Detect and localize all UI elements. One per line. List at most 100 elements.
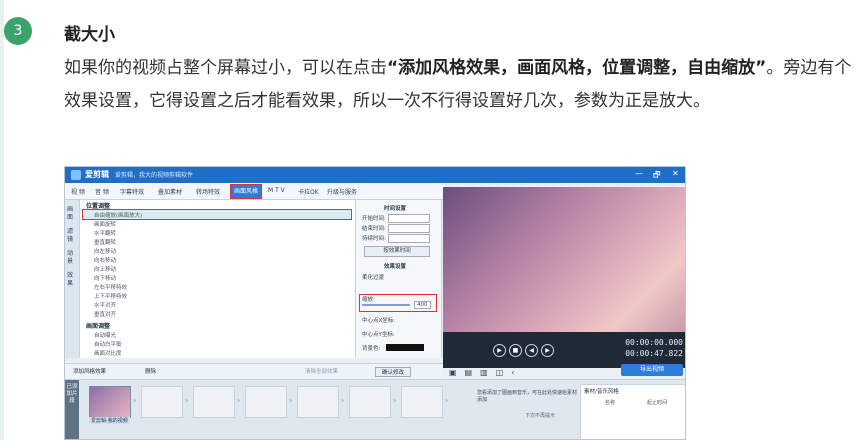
arrow-icon: ›: [445, 396, 449, 405]
zoom-value[interactable]: 400: [414, 301, 431, 309]
smooth-transition-checkbox[interactable]: 柔化过渡: [362, 273, 384, 281]
app-titlebar: 爱剪辑 爱剪辑，我大的视频剪辑软件 — 🗗 ✕: [65, 167, 685, 183]
style-list-panel: 素材/音乐风格 名称 起止时间: [580, 384, 685, 439]
app-name: 爱剪辑: [85, 170, 109, 179]
tab-picture-style[interactable]: 画面风格: [230, 184, 263, 199]
style-side-tabs: 画面 滤镜 动景 效果: [65, 200, 80, 358]
current-time: 00:00:00.000: [625, 338, 683, 347]
tab-video[interactable]: 视 频: [71, 187, 85, 196]
paragraph-bold: “添加风格效果，画面风格，位置调整，自由缩放”: [387, 58, 767, 78]
add-style-button[interactable]: 添加风格效果: [73, 367, 106, 375]
arrow-icon: ›: [133, 396, 137, 405]
list-item[interactable]: 自由缩放(画面放大): [94, 211, 142, 219]
list-group-picture[interactable]: 画面调整: [86, 321, 110, 330]
start-time-input[interactable]: [388, 214, 430, 223]
delete-style-button[interactable]: 删除: [145, 367, 156, 375]
video-preview: [443, 187, 685, 332]
player-controls: ▶ ■ ◀ ▶ 00:00:00.000 00:00:47.822: [443, 332, 685, 368]
list-item[interactable]: 向上移动: [94, 265, 116, 273]
restore-icon[interactable]: 🗗: [653, 169, 661, 183]
timeline-clip[interactable]: [297, 386, 339, 418]
list-item[interactable]: 左右平移特效: [94, 283, 127, 291]
side-tab-filter[interactable]: 滤镜: [67, 228, 77, 244]
list-item[interactable]: 水平对齐: [94, 301, 116, 309]
list-item[interactable]: 水平翻转: [94, 229, 116, 237]
clear-all-button[interactable]: 清除全部效果: [305, 367, 338, 375]
time-settings-heading: 时间设置: [384, 206, 407, 212]
list-item[interactable]: 向左移动: [94, 247, 116, 255]
side-tab-picture[interactable]: 画面: [67, 206, 77, 222]
stop-icon[interactable]: ■: [509, 344, 522, 357]
minimize-icon[interactable]: —: [635, 169, 643, 178]
dont-show-again-checkbox[interactable]: 下次不再提示: [525, 412, 555, 419]
end-time-label: 结束时间:: [362, 226, 386, 232]
timeline-clip[interactable]: [193, 386, 235, 418]
timeline-side-label: 已添加片段: [65, 380, 79, 439]
tab-mtv[interactable]: M T V: [268, 187, 285, 194]
step-title: 截大小: [64, 25, 115, 45]
style-action-bar: 添加风格效果 删除 清除全部效果 确认修改: [65, 363, 443, 378]
list-item[interactable]: 画面对比度: [94, 349, 122, 357]
duration-label: 持续时间:: [362, 236, 386, 242]
style-list: 位置调整 自由缩放(画面放大) 画面旋转 水平翻转 垂直翻转 向左移动 向右移动…: [80, 200, 356, 358]
tool-icons[interactable]: ▣▤▥◫‹: [449, 368, 522, 377]
side-tab-motion[interactable]: 动景: [67, 250, 77, 266]
clip-caption: 爱剪辑-我的视频: [89, 417, 130, 424]
export-video-button[interactable]: 导出视频: [621, 364, 683, 376]
panel-title: 素材/音乐风格: [584, 389, 619, 395]
timeline-clip[interactable]: [141, 386, 183, 418]
tab-overlay[interactable]: 叠加素材: [158, 187, 182, 196]
effect-settings-heading: 效果设置: [384, 264, 407, 270]
paragraph-text-1: 如果你的视频占整个屏幕过小，可以在点击: [64, 58, 387, 78]
list-item[interactable]: 垂直对齐: [94, 310, 116, 318]
close-icon[interactable]: ✕: [672, 169, 679, 178]
apply-time-button[interactable]: 按效果时间: [364, 246, 430, 257]
arrow-icon: ›: [289, 396, 293, 405]
arrow-icon: ›: [237, 396, 241, 405]
timeline-clip[interactable]: [349, 386, 391, 418]
confirm-button[interactable]: 确认修改: [375, 367, 412, 377]
app-slogan: 爱剪辑，我大的视频剪辑软件: [115, 172, 194, 179]
timeline-clip[interactable]: [401, 386, 443, 418]
app-logo-icon: [71, 170, 81, 180]
duration-input[interactable]: [388, 234, 430, 243]
effect-settings-panel: 时间设置 开始时间: 结束时间: 持续时间: 按效果时间 效果设置 柔化过渡 缩…: [356, 200, 442, 358]
end-time-input[interactable]: [388, 224, 430, 233]
step-number-badge: 3: [4, 17, 32, 45]
play-icon[interactable]: ▶: [493, 344, 506, 357]
tab-upgrade[interactable]: 升级与服务: [327, 187, 357, 196]
background-color-label: 背景色:: [362, 346, 381, 352]
tab-audio[interactable]: 音 频: [95, 187, 109, 196]
arrow-icon: ›: [393, 396, 397, 405]
list-item[interactable]: 自动白平衡: [94, 340, 122, 348]
list-item[interactable]: 自动曝光: [94, 331, 116, 339]
list-item[interactable]: 垂直翻转: [94, 238, 116, 246]
tab-karaoke[interactable]: 卡拉OK: [298, 187, 319, 196]
side-tab-effect[interactable]: 效果: [67, 272, 77, 288]
column-time: 起止时间: [647, 400, 668, 406]
timeline-clip[interactable]: [245, 386, 287, 418]
tab-transition[interactable]: 转场特效: [196, 187, 220, 196]
list-item[interactable]: 向右移动: [94, 256, 116, 264]
arrow-icon: ›: [341, 396, 345, 405]
timeline: 已添加片段 爱剪辑-我的视频 › › › › › › › 您看添加了图画到音乐，…: [65, 379, 685, 439]
step-rail: [0, 0, 4, 440]
zoom-slider[interactable]: [362, 304, 410, 306]
center-y-label: 中心点Y坐标:: [362, 332, 395, 338]
center-x-label: 中心点X坐标:: [362, 318, 396, 324]
background-color-swatch[interactable]: [386, 344, 424, 351]
list-item[interactable]: 画面旋转: [94, 220, 116, 228]
total-time: 00:00:47.822: [625, 349, 683, 358]
prev-frame-icon[interactable]: ◀: [525, 344, 538, 357]
timeline-clip[interactable]: [89, 386, 131, 418]
start-time-label: 开始时间:: [362, 216, 386, 222]
zoom-label: 缩放:: [362, 297, 375, 303]
column-name: 名称: [605, 400, 616, 406]
tab-subtitle[interactable]: 字幕特效: [120, 187, 144, 196]
next-frame-icon[interactable]: ▶: [541, 344, 554, 357]
list-item[interactable]: 上下平移特效: [94, 292, 127, 300]
main-tabs: 视 频 音 频 字幕特效 叠加素材 转场特效 画面风格 M T V 卡拉OK 升…: [65, 183, 445, 200]
step-paragraph: 如果你的视频占整个屏幕过小，可以在点击“添加风格效果，画面风格，位置调整，自由缩…: [64, 52, 854, 118]
timeline-hint: 您看添加了图画到音乐，可在此处快速给素材添加: [477, 390, 578, 403]
list-item[interactable]: 向下移动: [94, 274, 116, 282]
